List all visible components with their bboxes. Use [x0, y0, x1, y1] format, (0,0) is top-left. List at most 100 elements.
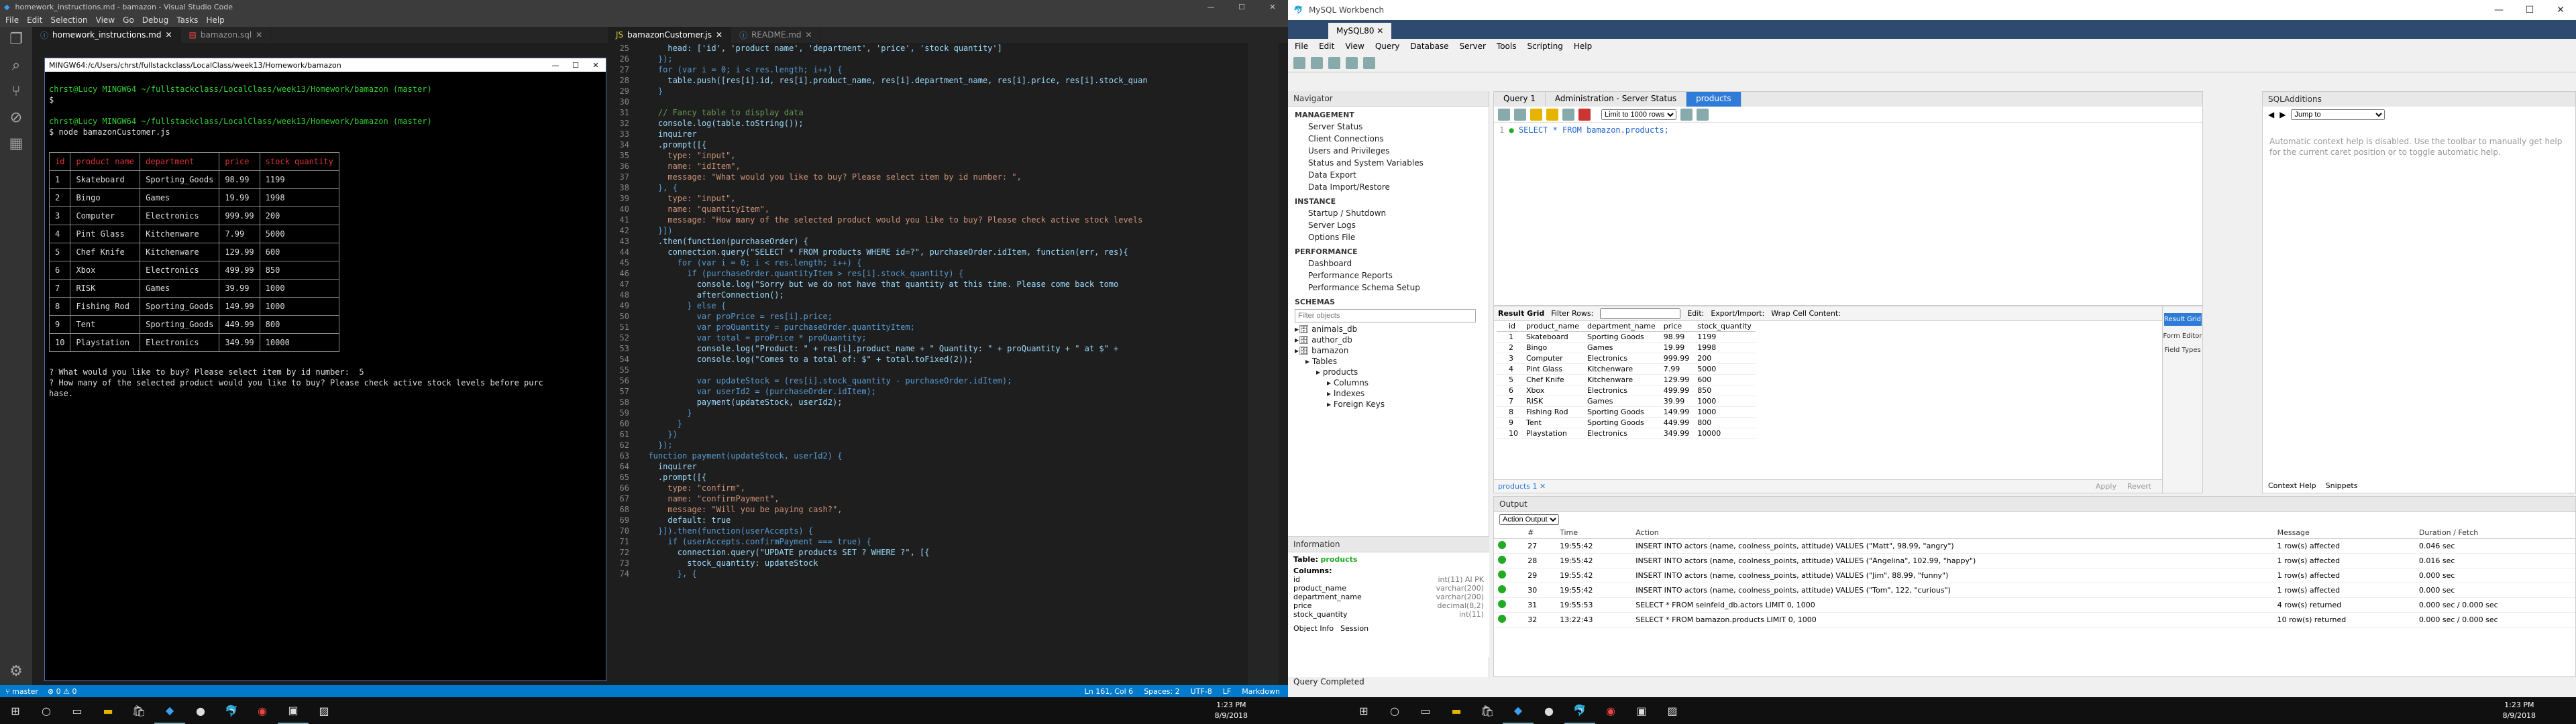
- nav-item[interactable]: Client Connections: [1288, 133, 1489, 145]
- back-arrow-icon[interactable]: ◀: [2268, 110, 2274, 119]
- result-cell[interactable]: 1: [1505, 331, 1522, 343]
- close-button[interactable]: ✕: [1257, 3, 1288, 11]
- debug-icon[interactable]: ⊘: [10, 109, 22, 126]
- result-cell[interactable]: 98.99: [1659, 331, 1694, 343]
- result-cell[interactable]: Fishing Rod: [1522, 406, 1584, 418]
- jump-to-select[interactable]: Jump to: [2291, 109, 2385, 120]
- result-cell[interactable]: 999.99: [1659, 353, 1694, 364]
- schema-tree-item[interactable]: ▸🗄 author_db: [1288, 335, 1489, 345]
- file-explorer-icon[interactable]: ▬: [93, 697, 123, 724]
- search-icon[interactable]: ○: [1379, 697, 1410, 724]
- chrome-icon[interactable]: ◉: [1595, 697, 1626, 724]
- result-cell[interactable]: Kitchenware: [1583, 363, 1660, 375]
- query-tab[interactable]: Query 1: [1494, 92, 1546, 107]
- store-icon[interactable]: 🛍: [1472, 697, 1503, 724]
- schema-tree-item[interactable]: ▸ Columns: [1288, 377, 1489, 388]
- row-selector[interactable]: [1497, 396, 1505, 407]
- result-cell[interactable]: 1199: [1693, 331, 1756, 343]
- result-row[interactable]: 2 Bingo Games 19.99 1998: [1497, 342, 1756, 353]
- start-icon[interactable]: ⊞: [1348, 697, 1379, 724]
- terminal-maximize-button[interactable]: ☐: [566, 61, 586, 70]
- wb-menu-scripting[interactable]: Scripting: [1527, 42, 1562, 51]
- task-view-icon[interactable]: ▭: [62, 697, 93, 724]
- result-row[interactable]: 8 Fishing Rod Sporting Goods 149.99 1000: [1497, 406, 1756, 418]
- nav-item[interactable]: Startup / Shutdown: [1288, 207, 1489, 219]
- result-side-button[interactable]: Form Editor: [2163, 333, 2202, 340]
- result-cell[interactable]: Pint Glass: [1522, 363, 1584, 375]
- result-cell[interactable]: 10000: [1693, 428, 1756, 439]
- schema-icon[interactable]: [1328, 56, 1340, 69]
- output-mode-select[interactable]: Action Output: [1499, 514, 1559, 525]
- wb-menu-tools[interactable]: Tools: [1497, 42, 1517, 51]
- explorer-icon[interactable]: ❐: [9, 31, 23, 48]
- result-cell[interactable]: Tent: [1522, 417, 1584, 428]
- nav-item[interactable]: Performance Schema Setup: [1288, 282, 1489, 294]
- wb-maximize-button[interactable]: ☐: [2514, 5, 2545, 15]
- result-column-header[interactable]: department_name: [1583, 321, 1660, 332]
- result-cell[interactable]: 5000: [1693, 363, 1756, 375]
- result-cell[interactable]: Bingo: [1522, 342, 1584, 353]
- workbench-taskbar-icon[interactable]: 🐬: [216, 697, 247, 724]
- forward-arrow-icon[interactable]: ▶: [2279, 110, 2286, 119]
- result-cell[interactable]: 4: [1505, 363, 1522, 375]
- execute-icon[interactable]: [1530, 108, 1542, 121]
- wb-menu-file[interactable]: File: [1295, 42, 1308, 51]
- result-cell[interactable]: 7: [1505, 396, 1522, 407]
- nav-item[interactable]: Server Status: [1288, 121, 1489, 133]
- wb-close-button[interactable]: ✕: [2545, 5, 2576, 15]
- search-icon[interactable]: ○: [31, 697, 62, 724]
- wb-menu-help[interactable]: Help: [1574, 42, 1592, 51]
- nav-item[interactable]: Users and Privileges: [1288, 145, 1489, 157]
- revert-button[interactable]: Revert: [2127, 482, 2151, 491]
- wb-menu-server[interactable]: Server: [1460, 42, 1486, 51]
- wb-minimize-button[interactable]: —: [2483, 5, 2514, 15]
- nav-item[interactable]: Status and System Variables: [1288, 157, 1489, 169]
- connection-tab[interactable]: MySQL80 ✕: [1328, 23, 1392, 39]
- editor-tab[interactable]: ⓘ homework_instructions.md ✕: [32, 27, 181, 43]
- wb-menu-edit[interactable]: Edit: [1319, 42, 1334, 51]
- wb-menu-database[interactable]: Database: [1410, 42, 1448, 51]
- filter-rows-input[interactable]: [1600, 308, 1681, 319]
- result-cell[interactable]: Kitchenware: [1583, 374, 1660, 385]
- result-tab[interactable]: products 1 ✕: [1498, 482, 1546, 491]
- result-cell[interactable]: 8: [1505, 406, 1522, 418]
- search-icon[interactable]: ⌕: [12, 57, 20, 74]
- table-icon[interactable]: [1346, 56, 1358, 69]
- schema-tree-item[interactable]: ▸ Foreign Keys: [1288, 399, 1489, 410]
- photos-icon[interactable]: ▨: [1657, 697, 1688, 724]
- result-row[interactable]: 3 Computer Electronics 999.99 200: [1497, 353, 1756, 364]
- result-cell[interactable]: Sporting Goods: [1583, 331, 1660, 343]
- nav-item[interactable]: Dashboard: [1288, 257, 1489, 269]
- eol[interactable]: LF: [1223, 687, 1231, 696]
- limit-select[interactable]: Limit to 1000 rows: [1601, 109, 1676, 120]
- extensions-icon[interactable]: ▦: [9, 135, 23, 152]
- result-cell[interactable]: 1000: [1693, 396, 1756, 407]
- info-tab[interactable]: Object Info: [1293, 624, 1334, 633]
- clock-left[interactable]: 1:23 PM 8/9/2018: [1215, 700, 1248, 721]
- output-row[interactable]: 28 19:55:42 INSERT INTO actors (name, cool…: [1494, 553, 2575, 568]
- schema-filter-input[interactable]: [1295, 309, 1476, 322]
- execute-current-icon[interactable]: [1546, 108, 1558, 121]
- minimap[interactable]: [1248, 43, 1279, 685]
- result-cell[interactable]: 1998: [1693, 342, 1756, 353]
- result-cell[interactable]: 19.99: [1659, 342, 1694, 353]
- editor-tab[interactable]: JS bamazonCustomer.js ✕: [608, 27, 732, 43]
- clock-right[interactable]: 1:23 PM 8/9/2018: [2503, 700, 2536, 721]
- menu-go[interactable]: Go: [123, 15, 134, 25]
- wb-menu-view[interactable]: View: [1345, 42, 1364, 51]
- result-cell[interactable]: RISK: [1522, 396, 1584, 407]
- terminal-output[interactable]: chrst@Lucy MINGW64 ~/fullstackclass/Loca…: [45, 72, 606, 422]
- new-sql-tab-icon[interactable]: [1293, 56, 1305, 69]
- editor-tab[interactable]: ⓘ README.md ✕: [731, 27, 821, 43]
- result-cell[interactable]: 600: [1693, 374, 1756, 385]
- result-cell[interactable]: 200: [1693, 353, 1756, 364]
- settings-gear-icon[interactable]: ⚙: [9, 663, 23, 680]
- menu-tasks[interactable]: Tasks: [176, 15, 198, 25]
- result-row[interactable]: 4 Pint Glass Kitchenware 7.99 5000: [1497, 363, 1756, 375]
- result-cell[interactable]: 850: [1693, 385, 1756, 396]
- result-cell[interactable]: 349.99: [1659, 428, 1694, 439]
- result-cell[interactable]: 1000: [1693, 406, 1756, 418]
- tab-close-icon[interactable]: ✕: [165, 30, 172, 40]
- workbench-taskbar-icon[interactable]: 🐬: [1564, 697, 1595, 724]
- result-side-button[interactable]: Field Types: [2164, 347, 2200, 354]
